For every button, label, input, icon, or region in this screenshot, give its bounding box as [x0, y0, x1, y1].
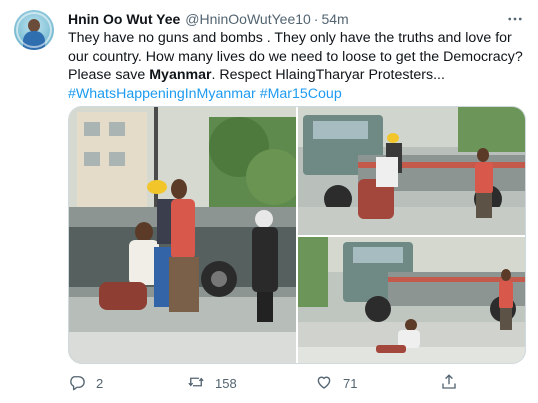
share-button[interactable]	[440, 373, 458, 394]
timestamp[interactable]: 54m	[321, 11, 348, 27]
like-icon	[315, 373, 333, 394]
hashtag-link[interactable]: #Mar15Coup	[260, 86, 342, 102]
tweet-text: They have no guns and bombs . They only …	[68, 29, 526, 103]
media-grid	[68, 106, 526, 364]
reply-button[interactable]: 2	[68, 373, 103, 394]
photo-protesters-carrying-injured-woman[interactable]	[69, 107, 296, 363]
more-options-icon[interactable]	[504, 8, 526, 30]
share-icon	[440, 373, 458, 394]
tweet[interactable]: Hnin Oo Wut Yee @HninOoWutYee10 · 54m Th…	[0, 0, 538, 403]
tweet-text-part2: . Respect HlaingTharyar Protesters...	[211, 67, 445, 84]
reply-icon	[68, 373, 86, 394]
photo-protesters-near-truck[interactable]	[298, 107, 525, 235]
like-count: 71	[343, 375, 358, 391]
like-button[interactable]: 71	[315, 373, 357, 394]
photo-man-fallen-on-street-near-truck[interactable]	[298, 237, 525, 363]
tweet-text-bold: Myanmar	[149, 67, 212, 84]
retweet-button[interactable]: 158	[187, 373, 237, 394]
display-name[interactable]: Hnin Oo Wut Yee	[68, 11, 180, 27]
user-handle[interactable]: @HninOoWutYee10	[185, 11, 311, 27]
retweet-icon	[187, 373, 205, 394]
retweet-count: 158	[215, 375, 237, 391]
tweet-actions: 2 158 71	[68, 372, 508, 394]
hashtag-link[interactable]: #WhatsHappeningInMyanmar	[68, 86, 256, 102]
reply-count: 2	[96, 375, 104, 391]
hashtags: #WhatsHappeningInMyanmar #Mar15Coup	[68, 85, 526, 104]
avatar[interactable]	[14, 10, 54, 50]
tweet-header: Hnin Oo Wut Yee @HninOoWutYee10 · 54m	[68, 10, 349, 28]
separator-dot: ·	[313, 11, 319, 27]
